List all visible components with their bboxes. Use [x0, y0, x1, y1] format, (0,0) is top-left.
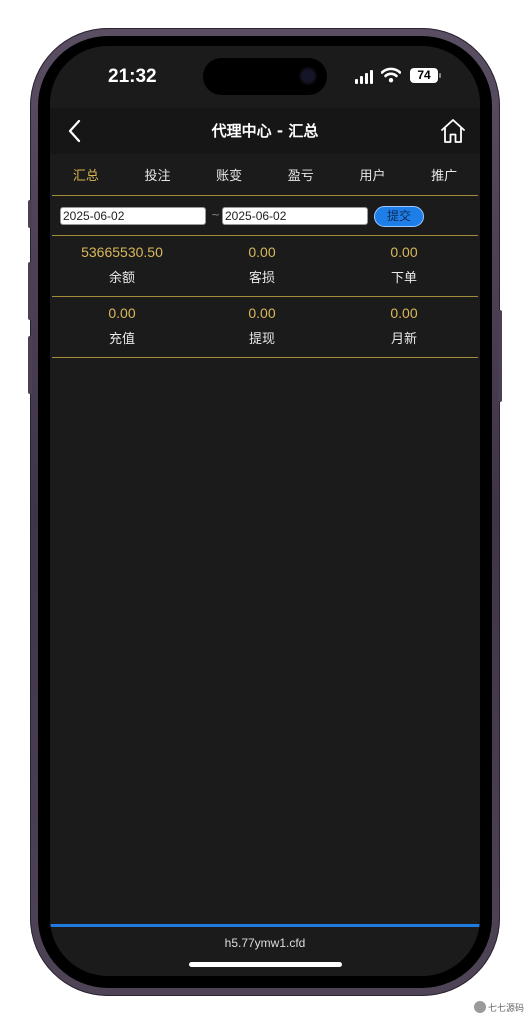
battery-icon: 74 — [410, 68, 438, 83]
dynamic-island — [203, 58, 327, 95]
stat-value: 53665530.50 — [81, 244, 163, 260]
status-time: 21:32 — [108, 66, 157, 87]
stat-deposit: 0.00 充值 — [52, 297, 192, 347]
watermark: 七七源码 — [474, 996, 524, 1018]
stat-label: 客损 — [248, 271, 275, 286]
footer: h5.77ymw1.cfd — [50, 924, 480, 976]
stat-balance: 53665530.50 余额 — [52, 236, 192, 286]
cellular-signal-icon — [355, 70, 373, 84]
stat-value: 0.00 — [248, 244, 276, 260]
stat-label: 下单 — [390, 271, 417, 286]
stat-label: 余额 — [108, 271, 135, 286]
stat-value: 0.00 — [390, 244, 418, 260]
stat-monthly-new: 0.00 月新 — [334, 297, 474, 347]
tab-users[interactable]: 用户 — [351, 161, 393, 188]
footer-accent-bar — [50, 924, 480, 927]
start-date-input[interactable]: 2025-06-02 — [60, 207, 206, 225]
status-bar: 21:32 74 — [50, 46, 480, 108]
power-button — [498, 310, 502, 402]
stat-label: 月新 — [390, 332, 417, 347]
stats-row: 0.00 充值 0.00 提现 0.00 月新 — [50, 297, 480, 357]
watermark-text: 七七源码 — [488, 1003, 525, 1014]
nav-header: 代理中心 - 汇总 — [50, 108, 480, 154]
stat-label: 充值 — [108, 332, 135, 347]
wifi-icon — [381, 67, 401, 83]
stats-row: 53665530.50 余额 0.00 客损 0.00 下单 — [50, 236, 480, 296]
page-title: 代理中心 - 汇总 — [211, 122, 319, 140]
stat-value: 0.00 — [108, 305, 136, 321]
stat-withdrawal: 0.00 提现 — [192, 297, 332, 347]
tab-account-changes[interactable]: 账变 — [208, 161, 250, 188]
stat-customer-loss: 0.00 客损 — [192, 236, 332, 286]
watermark-logo-icon — [474, 1001, 486, 1013]
stat-label: 提现 — [248, 332, 275, 347]
date-range-separator: ~ — [211, 208, 221, 221]
stat-value: 0.00 — [390, 305, 418, 321]
stat-orders: 0.00 下单 — [334, 236, 474, 286]
divider — [52, 357, 478, 358]
date-filter: 2025-06-02 ~ 2025-06-02 提交 — [50, 196, 480, 234]
tab-bar: 汇总 投注 账变 盈亏 用户 推广 — [50, 154, 480, 194]
tab-summary[interactable]: 汇总 — [65, 161, 107, 188]
tab-bets[interactable]: 投注 — [136, 161, 178, 188]
action-button — [28, 200, 32, 228]
camera-icon — [301, 69, 315, 83]
submit-button[interactable]: 提交 — [374, 206, 424, 227]
home-icon[interactable] — [438, 116, 468, 146]
tab-profit-loss[interactable]: 盈亏 — [280, 161, 322, 188]
stat-value: 0.00 — [248, 305, 276, 321]
home-indicator[interactable] — [189, 962, 342, 967]
screen: 21:32 74 代理中心 - 汇总 汇总 投注 账变 盈亏 用户 推广 202… — [50, 46, 480, 976]
battery-cap — [439, 73, 441, 78]
end-date-input[interactable]: 2025-06-02 — [222, 207, 368, 225]
volume-down-button — [28, 336, 32, 394]
tab-promotion[interactable]: 推广 — [423, 161, 465, 188]
volume-up-button — [28, 262, 32, 320]
footer-domain[interactable]: h5.77ymw1.cfd — [50, 936, 480, 950]
